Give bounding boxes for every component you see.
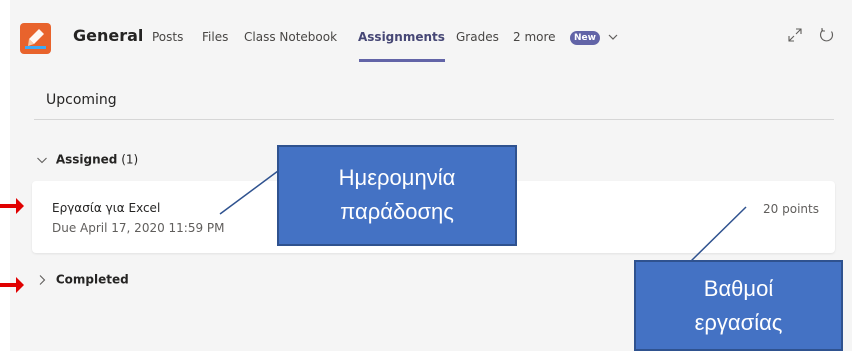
callout-grade-line1: Βαθμοί [703, 276, 774, 301]
callout-grade-line2: εργασίας [694, 310, 783, 335]
callout-grade: Βαθμοί εργασίας [634, 260, 843, 351]
callout-due-date: Ημερομηνία παράδοσης [277, 145, 517, 246]
due-date-pointer-line [219, 167, 283, 215]
red-arrow-icon [0, 277, 24, 293]
callout-due-date-line1: Ημερομηνία [338, 165, 456, 190]
callout-due-date-line2: παράδοσης [340, 199, 454, 224]
points-pointer-line [689, 206, 747, 263]
red-arrow-icon [0, 198, 24, 214]
